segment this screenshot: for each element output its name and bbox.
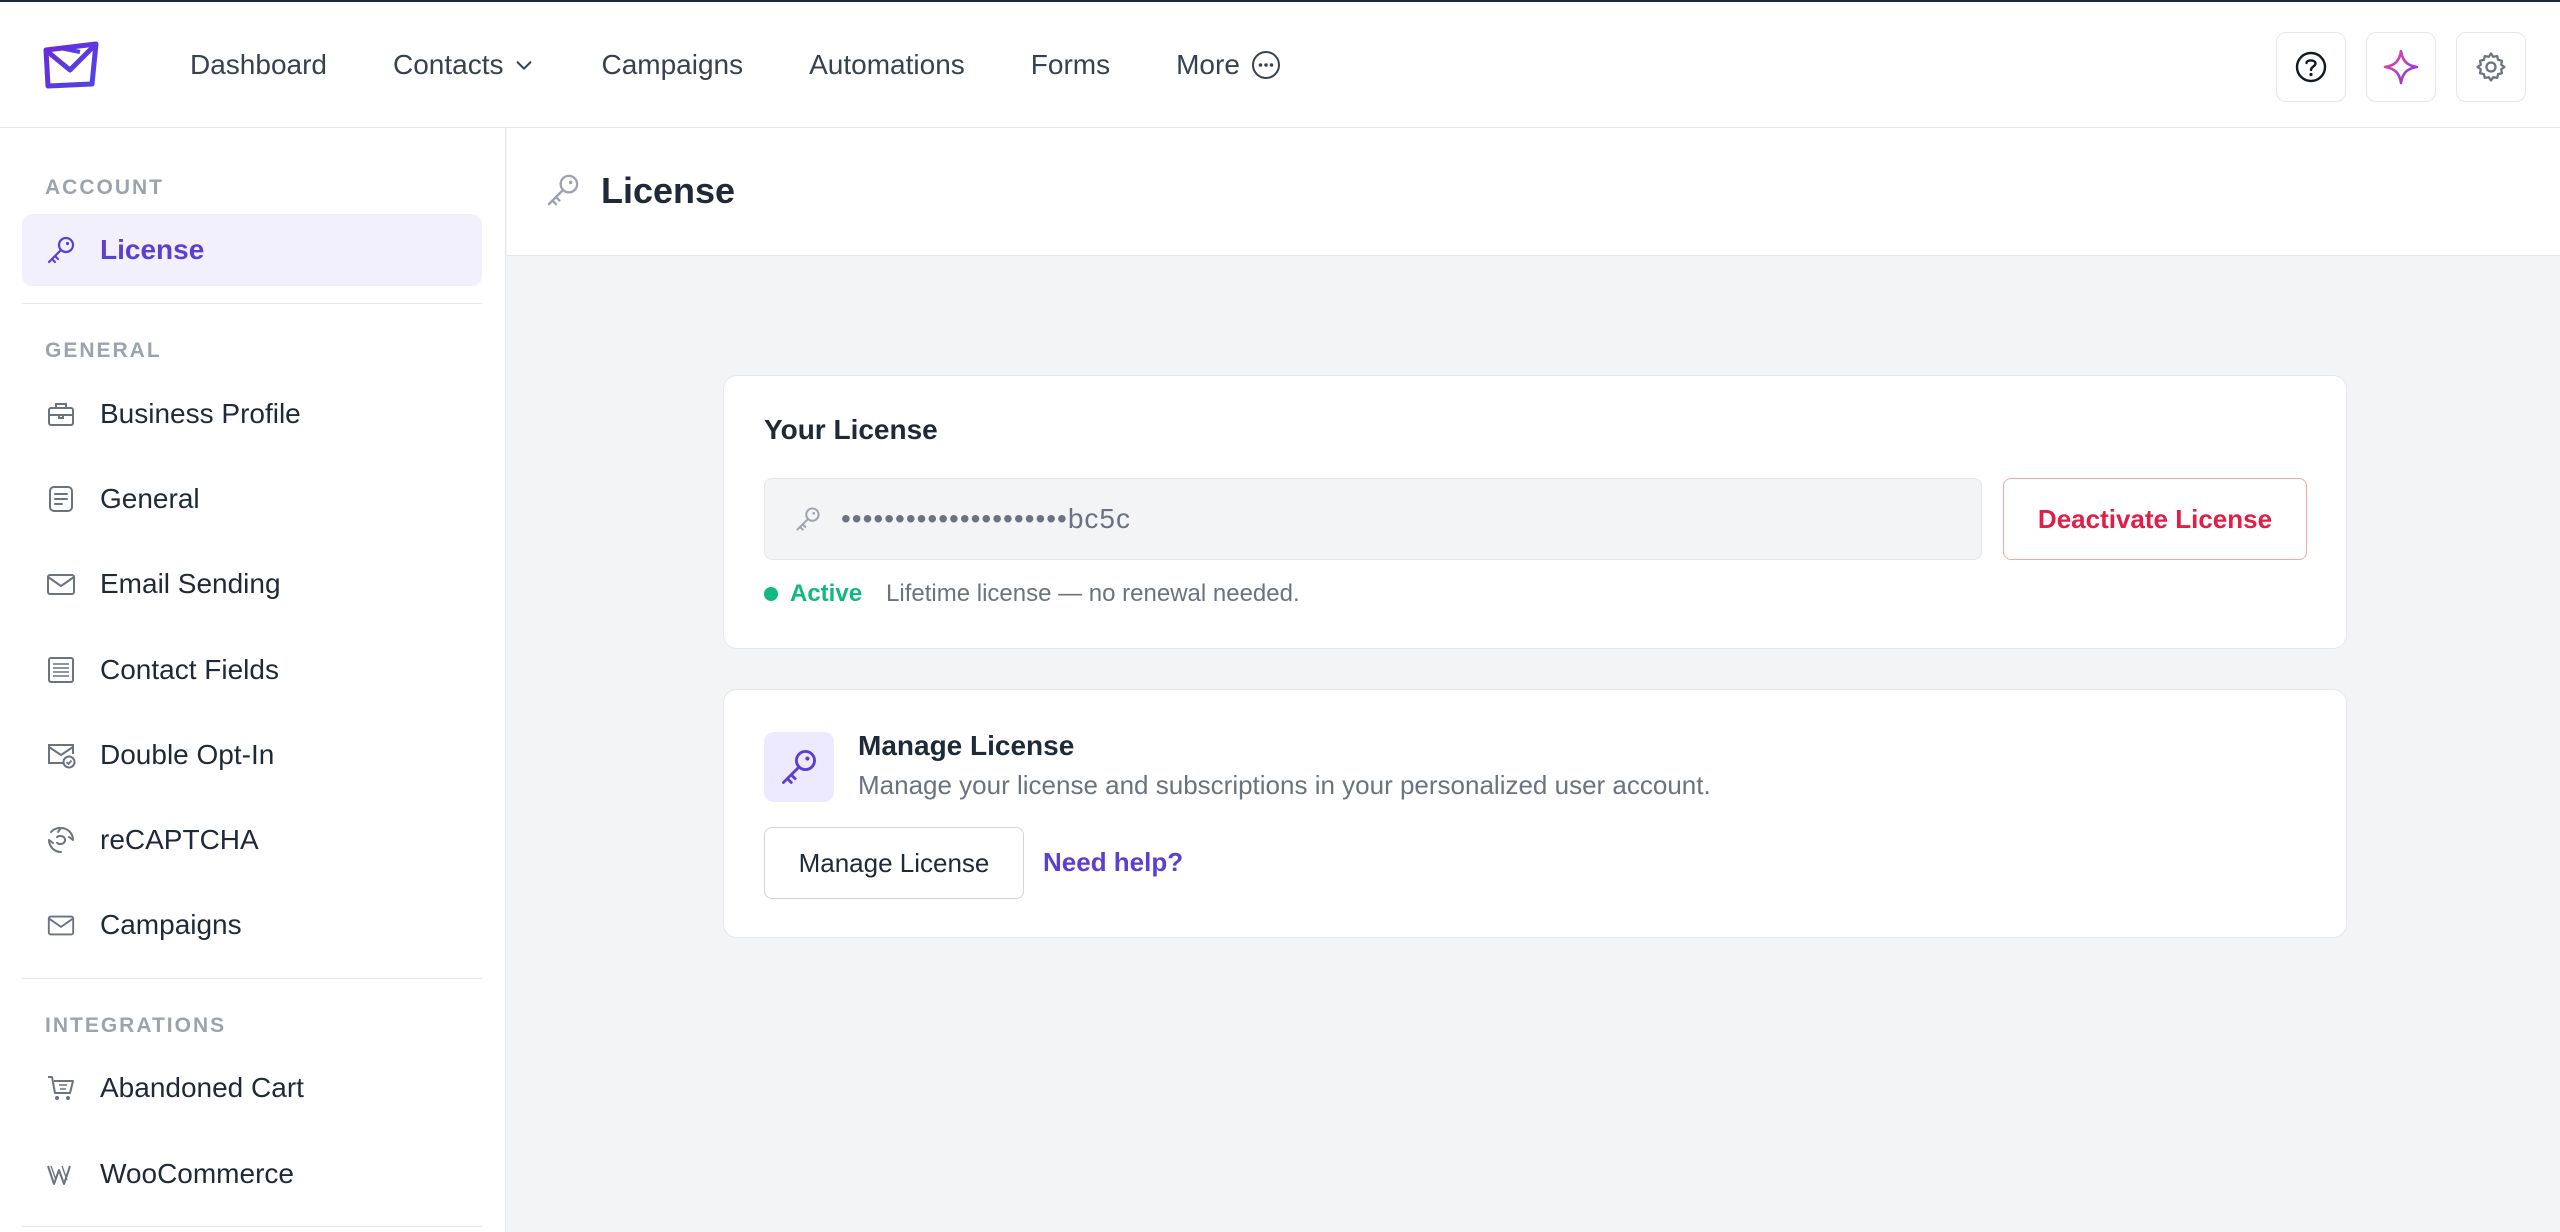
- more-dots-circle-icon: [1251, 51, 1280, 79]
- settings-sidebar: ACCOUNT License GENERAL Business Profile…: [0, 128, 506, 1232]
- sidebar-item-recaptcha[interactable]: reCAPTCHA: [22, 804, 482, 876]
- manage-license-button[interactable]: Manage License: [764, 827, 1024, 899]
- settings-button[interactable]: [2456, 32, 2526, 102]
- sidebar-divider: [22, 978, 482, 979]
- page-header: License: [507, 128, 2560, 256]
- license-key-field[interactable]: •••••••••••••••••••••bc5c: [764, 478, 1982, 560]
- sidebar-item-label: Double Opt-In: [100, 739, 275, 770]
- nav-automations[interactable]: Automations: [809, 49, 965, 81]
- sidebar-item-label: General: [100, 483, 200, 514]
- status-dot-icon: [764, 587, 778, 601]
- nav-contacts-label: Contacts: [392, 49, 504, 80]
- document-icon: [44, 482, 78, 516]
- sidebar-item-label: Business Profile: [100, 398, 301, 429]
- page-title: License: [601, 170, 736, 211]
- sidebar-item-abandoned-cart[interactable]: Abandoned Cart: [22, 1052, 482, 1124]
- recaptcha-icon: [44, 823, 78, 857]
- sidebar-item-business-profile[interactable]: Business Profile: [22, 378, 482, 450]
- key-icon: [543, 170, 583, 215]
- sidebar-item-campaigns[interactable]: Campaigns: [22, 889, 482, 961]
- nav-campaigns-label: Campaigns: [601, 49, 744, 80]
- shopping-cart-icon: [44, 1071, 78, 1105]
- nav-forms-label: Forms: [1030, 49, 1111, 80]
- section-label-general: GENERAL: [45, 339, 162, 362]
- envelope-icon: [44, 567, 78, 601]
- sidebar-item-general[interactable]: General: [22, 463, 482, 535]
- nav-campaigns[interactable]: Campaigns: [601, 49, 743, 81]
- need-help-link[interactable]: Need help?: [1043, 847, 1183, 878]
- nav-dashboard-label: Dashboard: [190, 49, 327, 80]
- top-navigation-bar: Dashboard Contacts Campaigns Automations…: [0, 0, 2560, 128]
- envelope-check-icon: [44, 738, 78, 772]
- nav-more-label: More: [1176, 49, 1240, 80]
- key-icon: [764, 732, 834, 802]
- key-icon: [796, 507, 820, 531]
- ai-assistant-button[interactable]: [2366, 32, 2436, 102]
- card-title: Your License: [764, 414, 938, 445]
- section-label-account: ACCOUNT: [45, 176, 164, 199]
- sidebar-item-double-opt-in[interactable]: Double Opt-In: [22, 719, 482, 791]
- sidebar-item-label: WooCommerce: [100, 1158, 294, 1189]
- question-circle-icon: [2295, 51, 2327, 83]
- sparkle-icon: [2383, 49, 2419, 85]
- nav-more[interactable]: More: [1176, 49, 1282, 81]
- sidebar-item-contact-fields[interactable]: Contact Fields: [22, 634, 482, 706]
- status-note: Lifetime license — no renewal needed.: [886, 580, 1300, 607]
- woocommerce-icon: [44, 1157, 78, 1191]
- envelope-icon: [44, 908, 78, 942]
- main-nav: Dashboard Contacts Campaigns Automations…: [190, 2, 1348, 128]
- sidebar-item-label: reCAPTCHA: [100, 824, 259, 855]
- sidebar-item-email-sending[interactable]: Email Sending: [22, 548, 482, 620]
- nav-automations-label: Automations: [809, 49, 965, 80]
- sidebar-item-label: Contact Fields: [100, 654, 279, 685]
- manage-license-title: Manage License: [858, 730, 1075, 761]
- sidebar-item-label: Email Sending: [100, 568, 281, 599]
- briefcase-icon: [44, 397, 78, 431]
- sidebar-item-label: License: [100, 234, 205, 265]
- form-fields-icon: [44, 653, 78, 687]
- nav-forms[interactable]: Forms: [1031, 49, 1110, 81]
- deactivate-license-button[interactable]: Deactivate License: [2003, 478, 2307, 560]
- help-button[interactable]: [2276, 32, 2346, 102]
- gear-icon: [2476, 52, 2506, 82]
- sidebar-divider: [22, 303, 482, 304]
- license-key-value: •••••••••••••••••••••bc5c: [841, 503, 1132, 534]
- sidebar-item-label: Campaigns: [100, 909, 242, 940]
- status-badge: Active: [790, 580, 863, 607]
- sidebar-item-license[interactable]: License: [22, 214, 482, 286]
- app-logo-icon[interactable]: [40, 40, 102, 92]
- license-status: Active Lifetime license — no renewal nee…: [764, 580, 1300, 608]
- nav-contacts[interactable]: Contacts: [393, 49, 536, 81]
- nav-dashboard[interactable]: Dashboard: [190, 49, 327, 81]
- manage-license-description: Manage your license and subscriptions in…: [858, 770, 1711, 800]
- section-label-integrations: INTEGRATIONS: [45, 1014, 227, 1037]
- sidebar-divider: [22, 1226, 482, 1227]
- sidebar-item-woocommerce[interactable]: WooCommerce: [22, 1138, 482, 1210]
- chevron-down-icon: [517, 61, 532, 70]
- manage-license-card: Manage License Manage your license and s…: [723, 689, 2347, 938]
- sidebar-item-label: Abandoned Cart: [100, 1072, 304, 1103]
- your-license-card: Your License •••••••••••••••••••••bc5c D…: [723, 375, 2347, 649]
- key-icon: [44, 233, 78, 267]
